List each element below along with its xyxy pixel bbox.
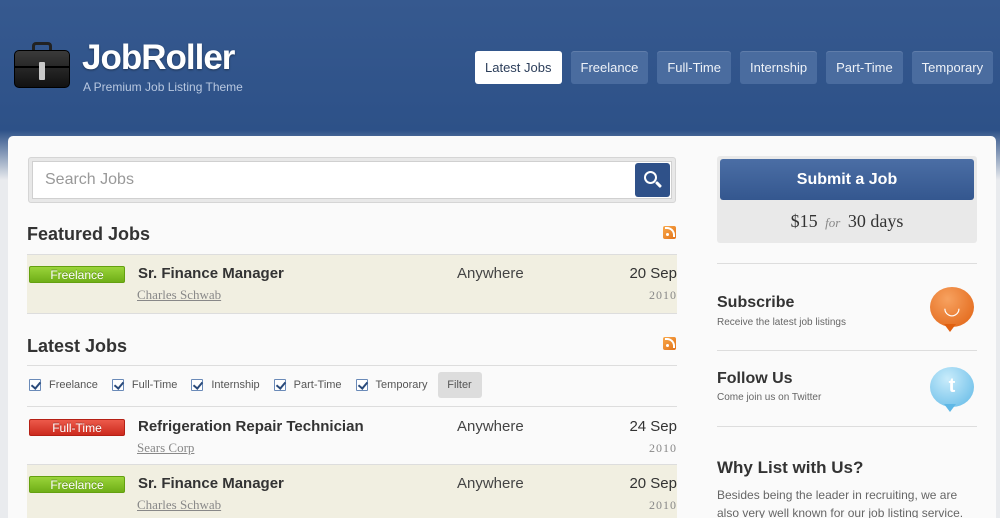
twitter-icon[interactable]: t — [930, 367, 974, 412]
checkbox-checked-icon[interactable] — [29, 379, 41, 391]
job-date: 24 Sep — [629, 418, 677, 435]
checkbox-checked-icon[interactable] — [111, 379, 124, 391]
job-company-link[interactable]: Charles Schwab — [137, 497, 221, 513]
nav-internship[interactable]: Internship — [740, 51, 818, 84]
content-panel: Featured Jobs Freelance Sr. Finance Mana… — [8, 136, 996, 518]
job-title-link[interactable]: Sr. Finance Manager — [138, 265, 284, 282]
job-title-link[interactable]: Refrigeration Repair Technician — [138, 418, 364, 435]
filter-full-time[interactable]: Full-Time — [111, 379, 178, 391]
job-date: 20 Sep — [629, 265, 677, 282]
filter-freelance[interactable]: Freelance — [29, 379, 98, 391]
subscribe-subtitle: Receive the latest job listings — [717, 317, 846, 328]
job-row[interactable]: Freelance Sr. Finance Manager Charles Sc… — [27, 465, 677, 518]
divider — [27, 365, 677, 366]
search-button[interactable] — [635, 163, 670, 197]
job-row[interactable]: Freelance Sr. Finance Manager Charles Sc… — [27, 255, 677, 313]
price-for: for — [825, 215, 841, 230]
filter-label: Full-Time — [131, 379, 178, 391]
sidebar: Submit a Job $15 for 30 days Subscribe R… — [717, 136, 977, 518]
briefcase-logo-icon[interactable] — [14, 40, 70, 88]
job-year: 2010 — [649, 288, 677, 302]
subscribe-heading[interactable]: Subscribe — [717, 294, 794, 312]
divider — [717, 263, 977, 264]
filter-label: Part-Time — [293, 379, 342, 391]
job-location: Anywhere — [457, 418, 524, 435]
checkbox-checked-icon[interactable] — [191, 379, 204, 391]
filter-label: Freelance — [49, 379, 98, 391]
job-title-link[interactable]: Sr. Finance Manager — [138, 475, 284, 492]
job-type-badge: Full-Time — [29, 419, 125, 436]
filter-temporary[interactable]: Temporary — [355, 379, 428, 391]
submit-job-box: Submit a Job $15 for 30 days — [717, 156, 977, 243]
nav-temporary[interactable]: Temporary — [911, 51, 994, 84]
why-list-heading: Why List with Us? — [717, 458, 864, 477]
job-type-badge: Freelance — [29, 476, 125, 493]
follow-us-subtitle: Come join us on Twitter — [717, 392, 822, 403]
follow-us-heading[interactable]: Follow Us — [717, 370, 793, 388]
submit-job-button[interactable]: Submit a Job — [720, 159, 974, 200]
job-date: 20 Sep — [629, 475, 677, 492]
job-row[interactable]: Full-Time Refrigeration Repair Technicia… — [27, 408, 677, 466]
divider — [717, 426, 977, 427]
main-nav: Latest Jobs Freelance Full-Time Internsh… — [475, 51, 994, 84]
job-location: Anywhere — [457, 475, 524, 492]
divider — [27, 406, 677, 407]
price-amount: $15 — [790, 211, 818, 231]
latest-jobs-heading: Latest Jobs — [27, 336, 128, 356]
job-year: 2010 — [649, 498, 677, 512]
job-type-filters: Freelance Full-Time Internship Part-Time… — [29, 372, 482, 398]
filter-part-time[interactable]: Part-Time — [273, 379, 342, 391]
nav-freelance[interactable]: Freelance — [570, 51, 649, 84]
filter-internship[interactable]: Internship — [191, 379, 260, 391]
filter-button[interactable]: Filter — [437, 372, 482, 398]
featured-jobs-heading: Featured Jobs — [27, 224, 151, 244]
divider — [717, 350, 977, 351]
site-header: JobRoller A Premium Job Listing Theme La… — [0, 0, 1000, 136]
price-duration: 30 days — [847, 211, 904, 231]
job-type-badge: Freelance — [29, 266, 125, 283]
search-input[interactable] — [32, 161, 672, 199]
latest-rss-icon[interactable] — [663, 337, 676, 350]
divider — [27, 313, 677, 314]
checkbox-checked-icon[interactable] — [355, 379, 368, 391]
nav-latest-jobs[interactable]: Latest Jobs — [475, 51, 562, 84]
site-tagline: A Premium Job Listing Theme — [83, 80, 243, 94]
job-company-link[interactable]: Charles Schwab — [137, 287, 221, 303]
why-list-text: Besides being the leader in recruiting, … — [717, 488, 964, 518]
checkbox-checked-icon[interactable] — [273, 379, 286, 391]
filter-label: Internship — [211, 379, 260, 391]
featured-rss-icon[interactable] — [663, 226, 676, 239]
listing-price: $15 for 30 days — [717, 211, 977, 232]
nav-part-time[interactable]: Part-Time — [826, 51, 903, 84]
filter-label: Temporary — [375, 379, 428, 391]
job-year: 2010 — [649, 441, 677, 455]
nav-full-time[interactable]: Full-Time — [657, 51, 731, 84]
rss-feed-icon[interactable]: ◡ — [930, 287, 974, 332]
job-company-link[interactable]: Sears Corp — [137, 440, 194, 456]
search-bar — [28, 157, 676, 203]
job-location: Anywhere — [457, 265, 524, 282]
site-title[interactable]: JobRoller — [82, 38, 235, 78]
